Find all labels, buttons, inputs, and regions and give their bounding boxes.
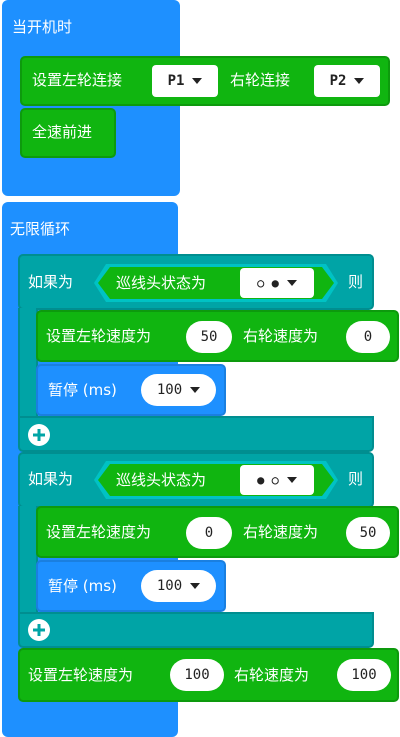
left-speed-input[interactable]: 100 <box>170 659 224 691</box>
right-wheel-label: 右轮连接 <box>230 71 291 89</box>
caret-down-icon <box>192 78 203 84</box>
caret-down-icon <box>354 78 365 84</box>
if-label: 如果为 <box>28 273 74 291</box>
right-speed-input[interactable]: 0 <box>346 321 390 353</box>
plus-icon <box>33 624 45 636</box>
line-sensor-label: 巡线头状态为 <box>116 274 207 292</box>
left-pin-value: P1 <box>167 73 185 89</box>
add-else-button-2[interactable] <box>28 619 50 641</box>
left-speed-input[interactable]: 50 <box>186 321 232 353</box>
set-left-speed-label: 设置左轮速度为 <box>46 327 152 345</box>
right-speed-label: 右轮速度为 <box>243 327 319 345</box>
pause-duration-value: 100 <box>156 382 183 398</box>
left-speed-input[interactable]: 0 <box>186 517 232 549</box>
left-speed-value: 50 <box>200 329 218 345</box>
forward-label: 全速前进 <box>32 123 93 141</box>
right-speed-value: 50 <box>359 525 377 541</box>
if-label: 如果为 <box>28 470 74 488</box>
right-wheel-pin-dropdown[interactable]: P2 <box>314 65 380 97</box>
line-sensor-state-dropdown[interactable]: ○ ● <box>240 268 314 298</box>
then-label: 则 <box>348 273 364 291</box>
sensor-state-value: ○ ● <box>257 276 279 290</box>
pause-duration-dropdown[interactable]: 100 <box>141 374 216 406</box>
then-label: 则 <box>348 470 364 488</box>
caret-down-icon <box>190 583 201 589</box>
caret-down-icon <box>190 387 201 393</box>
on-start-label: 当开机时 <box>12 18 73 36</box>
sensor-state-value: ● ○ <box>257 473 279 487</box>
left-wheel-pin-dropdown[interactable]: P1 <box>152 65 218 97</box>
right-speed-value: 0 <box>363 329 373 345</box>
right-speed-label: 右轮速度为 <box>234 666 310 684</box>
add-else-button-1[interactable] <box>28 424 50 446</box>
set-left-speed-label: 设置左轮速度为 <box>28 666 134 684</box>
left-speed-value: 100 <box>184 667 210 683</box>
pause-duration-value: 100 <box>156 578 183 594</box>
right-speed-input[interactable]: 100 <box>337 659 391 691</box>
right-speed-value: 100 <box>351 667 377 683</box>
pause-label: 暂停 (ms) <box>48 577 117 595</box>
pause-label: 暂停 (ms) <box>48 381 117 399</box>
line-sensor-state-dropdown[interactable]: ● ○ <box>240 465 314 495</box>
left-speed-value: 0 <box>204 525 214 541</box>
plus-icon <box>33 429 45 441</box>
forever-label: 无限循环 <box>10 220 71 238</box>
caret-down-icon <box>286 280 297 286</box>
set-left-speed-label: 设置左轮速度为 <box>46 523 152 541</box>
right-speed-input[interactable]: 50 <box>346 517 390 549</box>
pause-duration-dropdown[interactable]: 100 <box>141 570 216 602</box>
right-speed-label: 右轮速度为 <box>243 523 319 541</box>
caret-down-icon <box>286 477 297 483</box>
set-left-wheel-label: 设置左轮连接 <box>32 71 123 89</box>
line-sensor-label: 巡线头状态为 <box>116 471 207 489</box>
right-pin-value: P2 <box>329 73 347 89</box>
